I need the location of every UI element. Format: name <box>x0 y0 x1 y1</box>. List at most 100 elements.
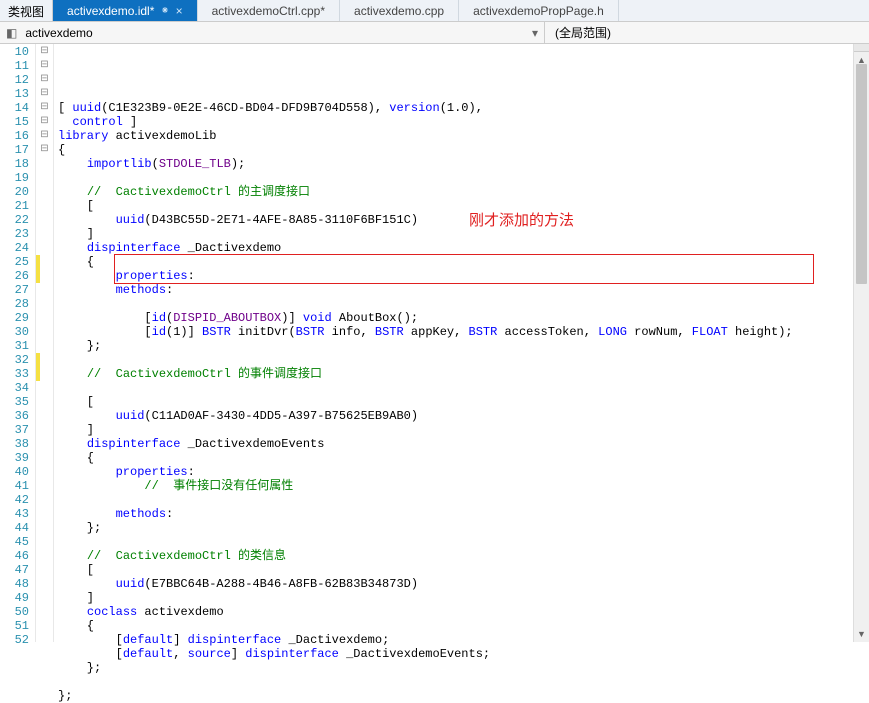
code-line[interactable] <box>58 171 869 185</box>
vertical-scrollbar[interactable]: ▲ ▼ <box>853 44 869 642</box>
line-number: 46 <box>0 549 35 563</box>
code-line[interactable] <box>58 381 869 395</box>
line-number: 34 <box>0 381 35 395</box>
tab-label: activexdemo.idl* <box>67 4 154 18</box>
line-number: 31 <box>0 339 35 353</box>
code-line[interactable]: coclass activexdemo <box>58 605 869 619</box>
code-line[interactable] <box>58 675 869 689</box>
scope-icon: ◧ <box>0 26 23 40</box>
tab-0[interactable]: activexdemo.idl* ⁕ × <box>53 0 198 21</box>
tab-1[interactable]: activexdemoCtrl.cpp* <box>198 0 340 21</box>
code-line[interactable]: [ <box>58 199 869 213</box>
scroll-thumb[interactable] <box>856 64 867 284</box>
code-line[interactable]: // CactivexdemoCtrl 的主调度接口 <box>58 185 869 199</box>
outline-gutter[interactable]: ⊟⊟⊟⊟⊟⊟⊟⊟ <box>36 44 54 642</box>
code-line[interactable]: }; <box>58 661 869 675</box>
code-line[interactable]: }; <box>58 521 869 535</box>
line-number: 22 <box>0 213 35 227</box>
code-line[interactable]: [default, source] dispinterface _Dactive… <box>58 647 869 661</box>
line-number: 13 <box>0 87 35 101</box>
scroll-down-arrow[interactable]: ▼ <box>854 626 869 642</box>
line-number: 17 <box>0 143 35 157</box>
code-line[interactable]: { <box>58 619 869 633</box>
scope-left-dropdown[interactable]: ◧ activexdemo ▾ <box>0 22 545 43</box>
code-line[interactable]: }; <box>58 339 869 353</box>
split-handle[interactable] <box>854 44 869 52</box>
outline-marker[interactable]: ⊟ <box>36 59 53 73</box>
code-editor[interactable]: 1011121314151617181920212223242526272829… <box>0 44 869 642</box>
code-line[interactable]: // 事件接口没有任何属性 <box>58 479 869 493</box>
view-label: 类视图 <box>0 0 53 21</box>
outline-marker[interactable]: ⊟ <box>36 73 53 87</box>
tabs-container: activexdemo.idl*⁕×activexdemoCtrl.cpp*ac… <box>53 0 869 21</box>
line-number: 35 <box>0 395 35 409</box>
outline-marker[interactable]: ⊟ <box>36 143 53 157</box>
pin-icon[interactable]: ⁕ <box>160 4 169 17</box>
code-line[interactable]: dispinterface _DactivexdemoEvents <box>58 437 869 451</box>
tab-2[interactable]: activexdemo.cpp <box>340 0 459 21</box>
line-number: 38 <box>0 437 35 451</box>
code-line[interactable] <box>58 353 869 367</box>
outline-marker[interactable]: ⊟ <box>36 101 53 115</box>
line-number: 16 <box>0 129 35 143</box>
line-number: 26 <box>0 269 35 283</box>
tab-label: activexdemoPropPage.h <box>473 4 604 18</box>
line-number-gutter: 1011121314151617181920212223242526272829… <box>0 44 36 642</box>
outline-marker[interactable]: ⊟ <box>36 87 53 101</box>
line-number: 29 <box>0 311 35 325</box>
code-line[interactable]: ] <box>58 591 869 605</box>
code-line[interactable]: ] <box>58 423 869 437</box>
code-line[interactable]: properties: <box>58 465 869 479</box>
line-number: 27 <box>0 283 35 297</box>
code-line[interactable]: methods: <box>58 283 869 297</box>
line-number: 42 <box>0 493 35 507</box>
highlight-box <box>114 254 814 284</box>
line-number: 49 <box>0 591 35 605</box>
code-line[interactable]: library activexdemoLib <box>58 129 869 143</box>
change-marker <box>36 255 40 269</box>
line-number: 41 <box>0 479 35 493</box>
code-line[interactable] <box>58 535 869 549</box>
code-line[interactable]: [ <box>58 563 869 577</box>
close-icon[interactable]: × <box>176 4 183 18</box>
code-line[interactable]: importlib(STDOLE_TLB); <box>58 157 869 171</box>
code-line[interactable]: uuid(D43BC55D-2E71-4AFE-8A85-3110F6BF151… <box>58 213 869 227</box>
code-area[interactable]: 刚才添加的方法 [ uuid(C1E323B9-0E2E-46CD-BD04-D… <box>54 44 869 642</box>
line-number: 23 <box>0 227 35 241</box>
scope-bar: ◧ activexdemo ▾ (全局范围) <box>0 22 869 44</box>
code-line[interactable] <box>58 297 869 311</box>
code-line[interactable]: { <box>58 451 869 465</box>
scope-right-dropdown[interactable]: (全局范围) <box>545 22 611 43</box>
code-line[interactable]: [ uuid(C1E323B9-0E2E-46CD-BD04-DFD9B704D… <box>58 101 869 115</box>
code-line[interactable]: [id(1)] BSTR initDvr(BSTR info, BSTR app… <box>58 325 869 339</box>
code-line[interactable]: dispinterface _Dactivexdemo <box>58 241 869 255</box>
code-line[interactable]: { <box>58 143 869 157</box>
tab-3[interactable]: activexdemoPropPage.h <box>459 0 619 21</box>
outline-marker[interactable]: ⊟ <box>36 129 53 143</box>
line-number: 37 <box>0 423 35 437</box>
code-line[interactable]: // CactivexdemoCtrl 的类信息 <box>58 549 869 563</box>
outline-marker[interactable]: ⊟ <box>36 45 53 59</box>
line-number: 10 <box>0 45 35 59</box>
line-number: 30 <box>0 325 35 339</box>
outline-marker[interactable]: ⊟ <box>36 115 53 129</box>
line-number: 25 <box>0 255 35 269</box>
line-number: 36 <box>0 409 35 423</box>
code-line[interactable]: [default] dispinterface _Dactivexdemo; <box>58 633 869 647</box>
change-marker <box>36 367 40 381</box>
line-number: 28 <box>0 297 35 311</box>
line-number: 21 <box>0 199 35 213</box>
code-line[interactable]: }; <box>58 689 869 703</box>
chevron-down-icon[interactable]: ▾ <box>526 26 544 40</box>
code-line[interactable]: control ] <box>58 115 869 129</box>
line-number: 48 <box>0 577 35 591</box>
code-line[interactable]: ] <box>58 227 869 241</box>
code-line[interactable] <box>58 493 869 507</box>
code-line[interactable]: // CactivexdemoCtrl 的事件调度接口 <box>58 367 869 381</box>
code-line[interactable]: [id(DISPID_ABOUTBOX)] void AboutBox(); <box>58 311 869 325</box>
line-number: 39 <box>0 451 35 465</box>
code-line[interactable]: uuid(C11AD0AF-3430-4DD5-A397-B75625EB9AB… <box>58 409 869 423</box>
code-line[interactable]: uuid(E7BBC64B-A288-4B46-A8FB-62B83B34873… <box>58 577 869 591</box>
code-line[interactable]: methods: <box>58 507 869 521</box>
code-line[interactable]: [ <box>58 395 869 409</box>
